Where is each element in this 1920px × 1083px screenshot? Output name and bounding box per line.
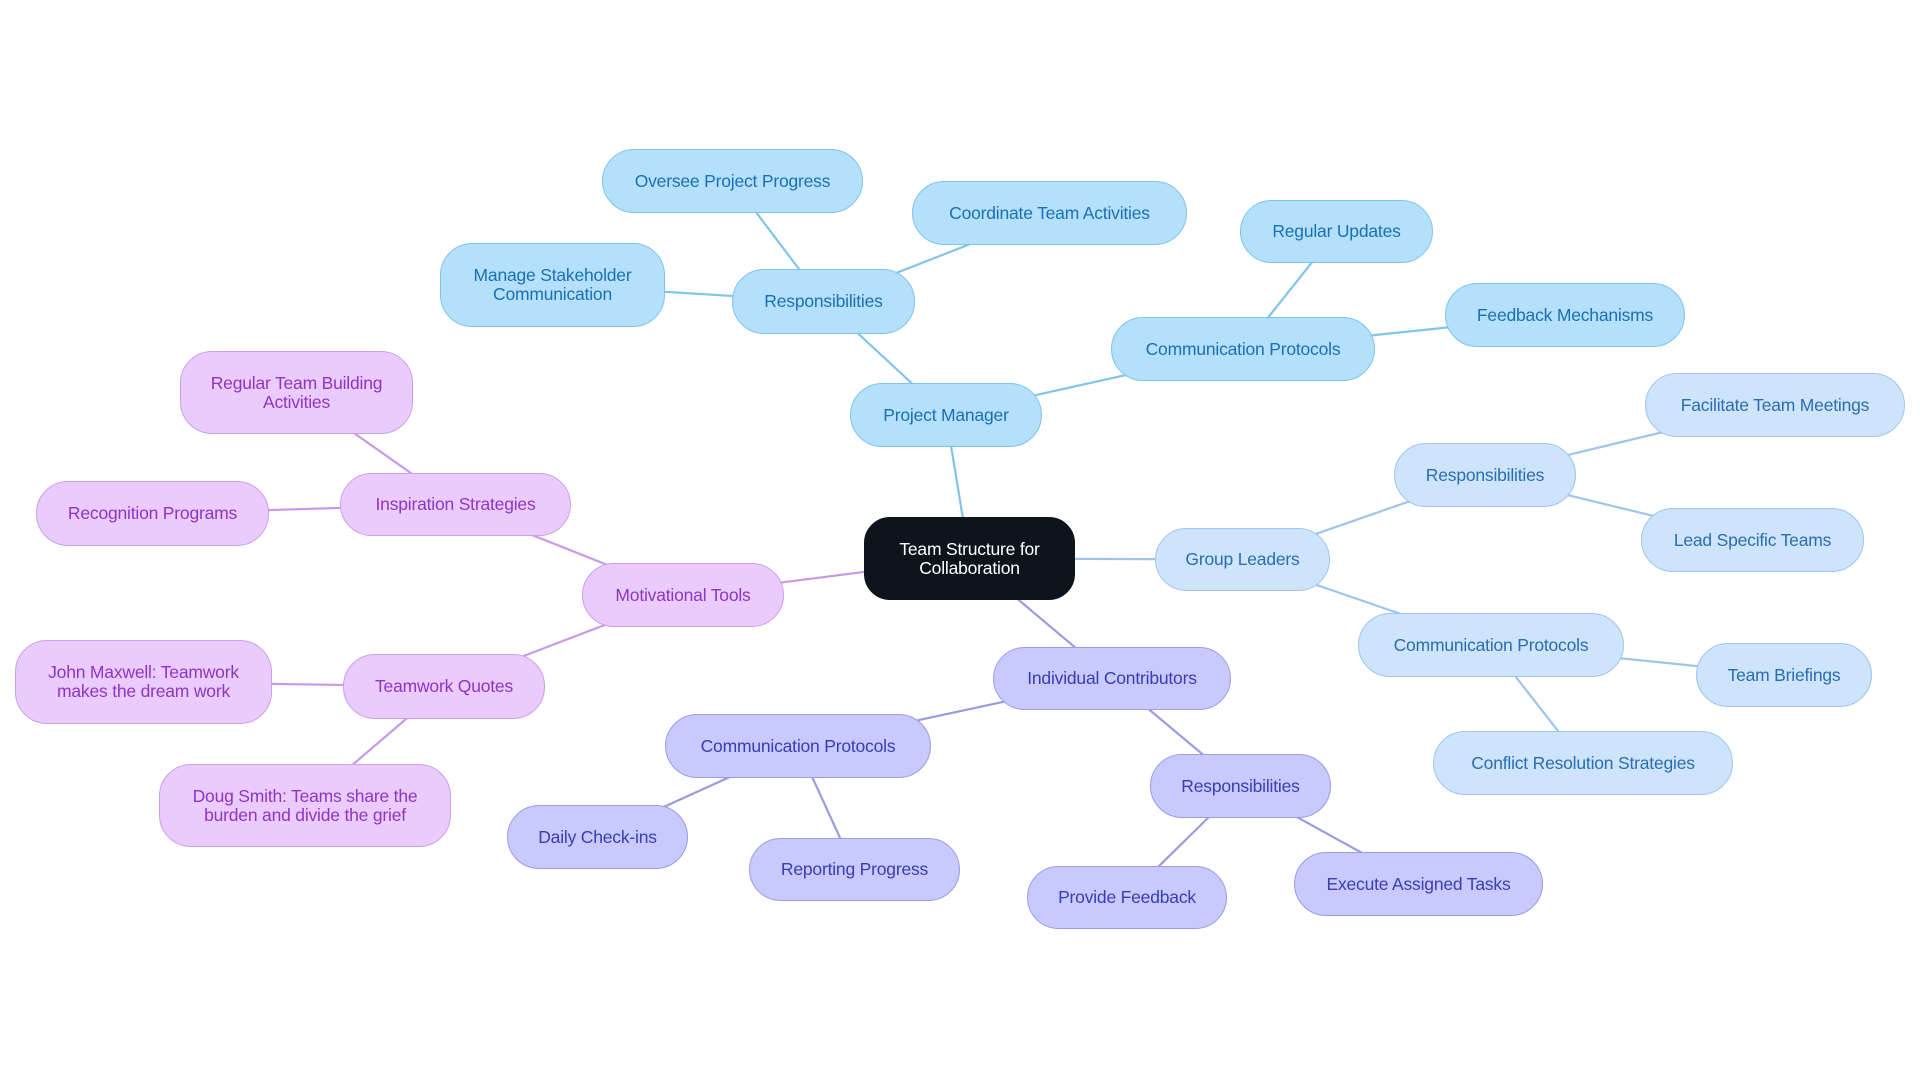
node-label: Communication Protocols (700, 735, 896, 756)
node-label: Individual Contributors (1027, 668, 1197, 688)
node-label: John Maxwell: Teamwork makes the dream w… (48, 662, 239, 701)
node-mt-insp[interactable]: Inspiration Strategies (340, 473, 571, 536)
node-label: Project Manager (883, 404, 1009, 425)
node-pm-resp-coord[interactable]: Coordinate Team Activities (912, 181, 1187, 245)
node-ic-resp-execute[interactable]: Execute Assigned Tasks (1294, 852, 1543, 916)
node-label: Communication Protocols (1145, 338, 1341, 359)
mind-map: Team Structure for Collaboration Project … (0, 0, 1920, 1083)
node-mt-quotes-maxwell[interactable]: John Maxwell: Teamwork makes the dream w… (15, 640, 272, 724)
node-label: Provide Feedback (1058, 887, 1196, 907)
node-label: Manage Stakeholder Communication (473, 265, 632, 304)
node-ic[interactable]: Individual Contributors (993, 647, 1231, 710)
node-mt-quotes-smith[interactable]: Doug Smith: Teams share the burden and d… (159, 764, 451, 847)
node-label: Daily Check-ins (538, 826, 657, 847)
node-pm-resp-manage[interactable]: Manage Stakeholder Communication (440, 243, 665, 327)
node-label: Conflict Resolution Strategies (1471, 752, 1695, 773)
node-label: Responsibilities (764, 291, 883, 311)
node-label: Group Leaders (1185, 549, 1300, 569)
node-gl-resp[interactable]: Responsibilities (1394, 443, 1576, 507)
node-gl-resp-lead[interactable]: Lead Specific Teams (1641, 508, 1864, 572)
node-gl-comm-conflict[interactable]: Conflict Resolution Strategies (1433, 731, 1733, 795)
node-label: Regular Updates (1272, 221, 1401, 241)
node-label: Team Briefings (1727, 664, 1841, 685)
node-pm[interactable]: Project Manager (850, 383, 1042, 447)
node-pm-comm-feedback[interactable]: Feedback Mechanisms (1445, 283, 1685, 347)
node-pm-resp-oversee[interactable]: Oversee Project Progress (602, 149, 863, 213)
node-label: Feedback Mechanisms (1476, 304, 1654, 325)
node-gl-resp-facilitate[interactable]: Facilitate Team Meetings (1645, 373, 1905, 437)
node-pm-comm[interactable]: Communication Protocols (1111, 317, 1375, 381)
node-label: Coordinate Team Activities (949, 202, 1150, 223)
node-label: Lead Specific Teams (1673, 529, 1832, 550)
node-pm-resp[interactable]: Responsibilities (732, 269, 915, 334)
node-ic-comm[interactable]: Communication Protocols (665, 714, 931, 778)
node-label: Inspiration Strategies (375, 494, 536, 514)
node-label: Facilitate Team Meetings (1680, 394, 1870, 415)
node-ic-resp[interactable]: Responsibilities (1150, 754, 1331, 818)
node-mt[interactable]: Motivational Tools (582, 563, 784, 627)
node-mt-quotes[interactable]: Teamwork Quotes (343, 654, 545, 719)
node-gl-comm-briefings[interactable]: Team Briefings (1696, 643, 1872, 707)
node-gl-comm[interactable]: Communication Protocols (1358, 613, 1624, 677)
node-gl[interactable]: Group Leaders (1155, 528, 1330, 591)
node-mt-insp-building[interactable]: Regular Team Building Activities (180, 351, 413, 434)
node-label: Responsibilities (1181, 775, 1300, 796)
node-label: Oversee Project Progress (634, 170, 831, 191)
node-label: Responsibilities (1425, 464, 1545, 485)
node-ic-resp-feedback[interactable]: Provide Feedback (1027, 866, 1227, 929)
node-label: Doug Smith: Teams share the burden and d… (192, 785, 418, 825)
node-label: Execute Assigned Tasks (1326, 873, 1511, 894)
node-ic-comm-reporting[interactable]: Reporting Progress (749, 838, 960, 901)
node-pm-comm-updates[interactable]: Regular Updates (1240, 200, 1433, 263)
node-label: Teamwork Quotes (374, 676, 514, 696)
node-label: Communication Protocols (1393, 634, 1589, 655)
node-label: Reporting Progress (780, 859, 929, 879)
node-label: Motivational Tools (615, 584, 751, 605)
node-mt-insp-recognition[interactable]: Recognition Programs (36, 481, 269, 546)
node-ic-comm-daily[interactable]: Daily Check-ins (507, 805, 688, 869)
node-label: Team Structure for Collaboration (899, 538, 1040, 578)
node-label: Recognition Programs (67, 503, 238, 523)
root-node[interactable]: Team Structure for Collaboration (864, 517, 1075, 600)
node-label: Regular Team Building Activities (210, 372, 383, 412)
